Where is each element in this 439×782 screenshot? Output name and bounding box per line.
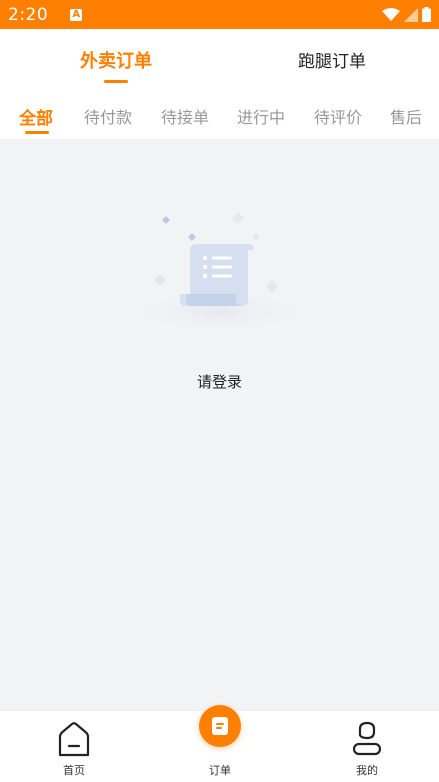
status-time: 2:20 xyxy=(8,4,49,25)
order-icon xyxy=(199,705,241,747)
tab-pending-payment[interactable]: 待付款 xyxy=(84,104,132,128)
tab-pending-review[interactable]: 待评价 xyxy=(314,104,362,128)
tab-after-sales[interactable]: 售后 xyxy=(390,104,422,128)
status-indicators xyxy=(382,7,431,22)
active-tab-indicator xyxy=(104,80,128,83)
battery-icon xyxy=(422,7,431,22)
order-status-tabs: 全部 待付款 待接单 进行中 待评价 售后 xyxy=(0,89,439,139)
tab-pending-acceptance[interactable]: 待接单 xyxy=(161,104,209,128)
signal-icon xyxy=(404,7,418,22)
nav-orders-label: 订单 xyxy=(209,764,231,777)
tab-errand-orders[interactable]: 跑腿订单 xyxy=(298,47,366,72)
nav-home-label: 首页 xyxy=(63,764,85,777)
tab-takeout-orders[interactable]: 外卖订单 xyxy=(80,47,152,73)
bottom-nav: 首页 订单 我的 xyxy=(0,705,439,782)
user-icon xyxy=(352,721,382,756)
nav-profile-label: 我的 xyxy=(356,764,378,777)
order-type-tabs: 外卖订单 跑腿订单 xyxy=(0,29,439,89)
app-notification-icon: A xyxy=(70,8,83,21)
nav-profile[interactable]: 我的 xyxy=(327,711,407,782)
document-list-icon xyxy=(128,212,312,330)
wifi-icon xyxy=(382,7,400,21)
tab-in-progress[interactable]: 进行中 xyxy=(237,104,285,128)
empty-state-message[interactable]: 请登录 xyxy=(0,371,439,392)
status-bar: 2:20 A xyxy=(0,0,439,29)
home-icon xyxy=(58,722,90,757)
nav-orders[interactable]: 订单 xyxy=(180,705,260,782)
tab-all[interactable]: 全部 xyxy=(19,104,53,129)
nav-home[interactable]: 首页 xyxy=(34,711,114,782)
active-subtab-indicator xyxy=(25,131,49,134)
